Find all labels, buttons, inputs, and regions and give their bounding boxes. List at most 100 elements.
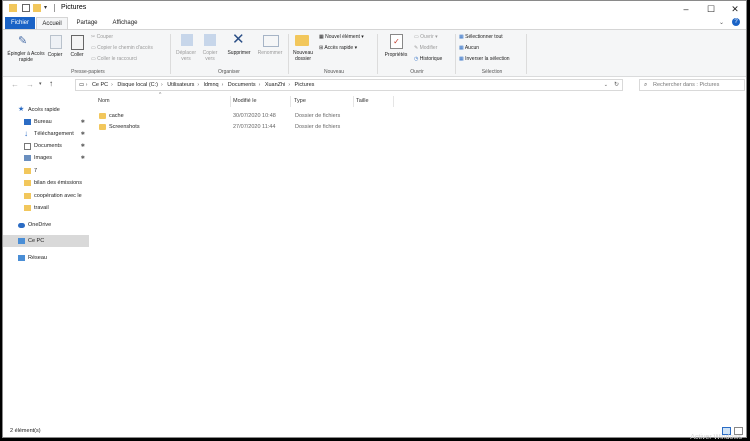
delete-button[interactable]: Supprimer bbox=[224, 50, 254, 56]
pin-quick-access-button[interactable]: Épingler à Accès rapide bbox=[6, 51, 46, 63]
nav-item-onedrive[interactable]: OneDrive bbox=[3, 219, 89, 231]
new-group-label: Nouveau bbox=[323, 69, 344, 75]
forward-arrow-icon[interactable]: → bbox=[26, 80, 34, 89]
new-folder-button[interactable]: Nouveau dossier bbox=[289, 50, 317, 62]
breadcrumb-separator: › bbox=[221, 82, 224, 88]
address-bar[interactable]: ▭ › Ce PC › Disque local (C:) › Utilisateu… bbox=[75, 79, 623, 91]
minimize-button[interactable]: – bbox=[675, 1, 697, 17]
invert-selection-button[interactable]: ▦ Inverser la sélection bbox=[459, 56, 510, 62]
new-folder-quick-icon[interactable] bbox=[33, 4, 41, 12]
properties-button[interactable]: Propriétés bbox=[381, 52, 411, 58]
ribbon-expand-icon[interactable]: ⌄ bbox=[719, 19, 724, 26]
nav-item-documents[interactable]: Documents ✱ bbox=[3, 140, 89, 152]
back-arrow-icon[interactable]: ← bbox=[11, 80, 19, 89]
column-header-type[interactable]: Type bbox=[294, 96, 354, 107]
rename-button[interactable]: Renommer bbox=[254, 50, 286, 56]
navigation-row: ← → ▾ ↑ ▭ › Ce PC › Disque local (C:) › Ut… bbox=[3, 79, 746, 93]
nav-item-telechargement[interactable]: ↓ Téléchargement ✱ bbox=[3, 128, 89, 140]
explorer-window: ▾ Pictures – ☐ ✕ Fichier Accueil Partage… bbox=[2, 0, 747, 438]
open-label: Ouvrir bbox=[420, 34, 434, 40]
breadcrumb-item[interactable]: XuanZhi bbox=[265, 82, 286, 88]
breadcrumb-separator: › bbox=[197, 82, 200, 88]
breadcrumb-separator: › bbox=[258, 82, 261, 88]
up-arrow-icon[interactable]: ↑ bbox=[49, 79, 53, 88]
copy-button[interactable]: Copier bbox=[45, 52, 65, 58]
column-header-modified[interactable]: Modifié le bbox=[233, 96, 291, 107]
search-input[interactable]: Rechercher dans : Pictures bbox=[653, 80, 719, 91]
tab-fichier[interactable]: Fichier bbox=[5, 17, 35, 29]
tab-accueil[interactable]: Accueil bbox=[36, 17, 68, 29]
breadcrumb-item[interactable]: Ce PC bbox=[92, 82, 108, 88]
breadcrumb-item[interactable]: ldmnq bbox=[204, 82, 219, 88]
cloud-icon bbox=[18, 223, 25, 228]
separator bbox=[526, 34, 527, 74]
table-row[interactable]: cache 30/07/2020 10:48 Dossier de fichie… bbox=[95, 111, 395, 122]
breadcrumb-item[interactable]: Utilisateurs bbox=[167, 82, 194, 88]
open-button[interactable]: ▭ Ouvrir ▾ bbox=[414, 34, 438, 40]
quick-access-dropdown-icon[interactable]: ▾ bbox=[44, 4, 52, 12]
new-folder-icon bbox=[295, 35, 309, 46]
help-icon[interactable]: ? bbox=[732, 18, 740, 26]
file-name: cache bbox=[109, 113, 124, 119]
easy-access-button[interactable]: ⊞ Accès rapide ▾ bbox=[319, 45, 357, 51]
nav-item-bureau[interactable]: Bureau ✱ bbox=[3, 116, 89, 128]
nav-item-folder[interactable]: 7 bbox=[3, 165, 89, 177]
column-header-name[interactable]: Nom bbox=[98, 96, 231, 107]
document-icon bbox=[24, 143, 31, 150]
tab-affichage[interactable]: Affichage bbox=[106, 17, 144, 29]
paste-button[interactable]: Coller bbox=[67, 52, 87, 58]
navigation-pane: ★ Accès rapide Bureau ✱ ↓ Téléchargement… bbox=[3, 96, 89, 426]
download-icon: ↓ bbox=[24, 129, 28, 138]
refresh-icon[interactable]: ↻ bbox=[614, 80, 619, 91]
folder-icon bbox=[24, 168, 31, 174]
cut-button[interactable]: ✂ Couper bbox=[91, 34, 113, 40]
pinned-icon: ✱ bbox=[80, 155, 85, 161]
address-dropdown-icon[interactable]: ⌄ bbox=[604, 80, 608, 91]
select-all-button[interactable]: ▦ Sélectionner tout bbox=[459, 34, 503, 40]
copy-to-icon bbox=[204, 34, 216, 46]
nav-item-this-pc[interactable]: Ce PC bbox=[3, 235, 89, 247]
nav-item-label: Images bbox=[34, 155, 53, 161]
breadcrumb-item[interactable]: Pictures bbox=[295, 82, 315, 88]
select-all-label: Sélectionner tout bbox=[465, 34, 503, 40]
tab-partage[interactable]: Partage bbox=[71, 17, 103, 29]
breadcrumb-separator: › bbox=[288, 82, 290, 88]
copy-path-label: Copier le chemin d'accès bbox=[97, 45, 153, 51]
maximize-button[interactable]: ☐ bbox=[700, 1, 722, 17]
edit-button[interactable]: ✎ Modifier bbox=[414, 45, 437, 51]
properties-quick-icon[interactable] bbox=[22, 4, 30, 12]
ribbon: ✎ Épingler à Accès rapide Copier Coller … bbox=[3, 29, 746, 77]
rename-icon bbox=[263, 35, 279, 47]
history-button[interactable]: ◷ Historique bbox=[414, 56, 442, 62]
nav-item-label: Ce PC bbox=[28, 238, 45, 244]
separator bbox=[455, 34, 456, 74]
nav-item-label: Réseau bbox=[28, 255, 47, 261]
pinned-icon: ✱ bbox=[80, 131, 85, 137]
copy-to-button[interactable]: Copier vers bbox=[198, 50, 222, 62]
nav-item-folder[interactable]: bilan des émissions bbox=[3, 177, 89, 189]
table-row[interactable]: Screenshots 27/07/2020 11:44 Dossier de … bbox=[95, 122, 395, 133]
nav-item-network[interactable]: Réseau bbox=[3, 252, 89, 264]
select-none-button[interactable]: ▦ Aucun bbox=[459, 45, 479, 51]
star-icon: ★ bbox=[18, 106, 25, 113]
copy-path-button[interactable]: ▭ Copier le chemin d'accès bbox=[91, 45, 153, 51]
open-group-label: Ouvrir bbox=[410, 69, 424, 75]
nav-item-folder[interactable]: travail bbox=[3, 202, 89, 214]
file-modified: 27/07/2020 11:44 bbox=[233, 124, 276, 130]
close-button[interactable]: ✕ bbox=[724, 1, 746, 17]
breadcrumb-item[interactable]: Documents bbox=[228, 82, 256, 88]
nav-item-label: coopération avec le bbox=[34, 193, 82, 199]
nav-item-images[interactable]: Images ✱ bbox=[3, 152, 89, 164]
search-box[interactable]: ⌕ Rechercher dans : Pictures bbox=[639, 79, 745, 91]
folder-icon bbox=[24, 180, 31, 186]
column-header-size[interactable]: Taille bbox=[356, 96, 394, 107]
nav-item-folder[interactable]: coopération avec le bbox=[3, 190, 89, 202]
new-item-button[interactable]: ▦ Nouvel élément ▾ bbox=[319, 34, 364, 40]
recent-locations-icon[interactable]: ▾ bbox=[39, 81, 42, 87]
paste-shortcut-label: Coller le raccourci bbox=[97, 56, 138, 62]
nav-item-quick-access[interactable]: ★ Accès rapide bbox=[3, 104, 89, 116]
paste-shortcut-button[interactable]: ▭ Coller le raccourci bbox=[91, 56, 137, 62]
move-to-button[interactable]: Déplacer vers bbox=[173, 50, 199, 62]
breadcrumb-item[interactable]: Disque local (C:) bbox=[117, 82, 158, 88]
file-type: Dossier de fichiers bbox=[295, 124, 341, 130]
